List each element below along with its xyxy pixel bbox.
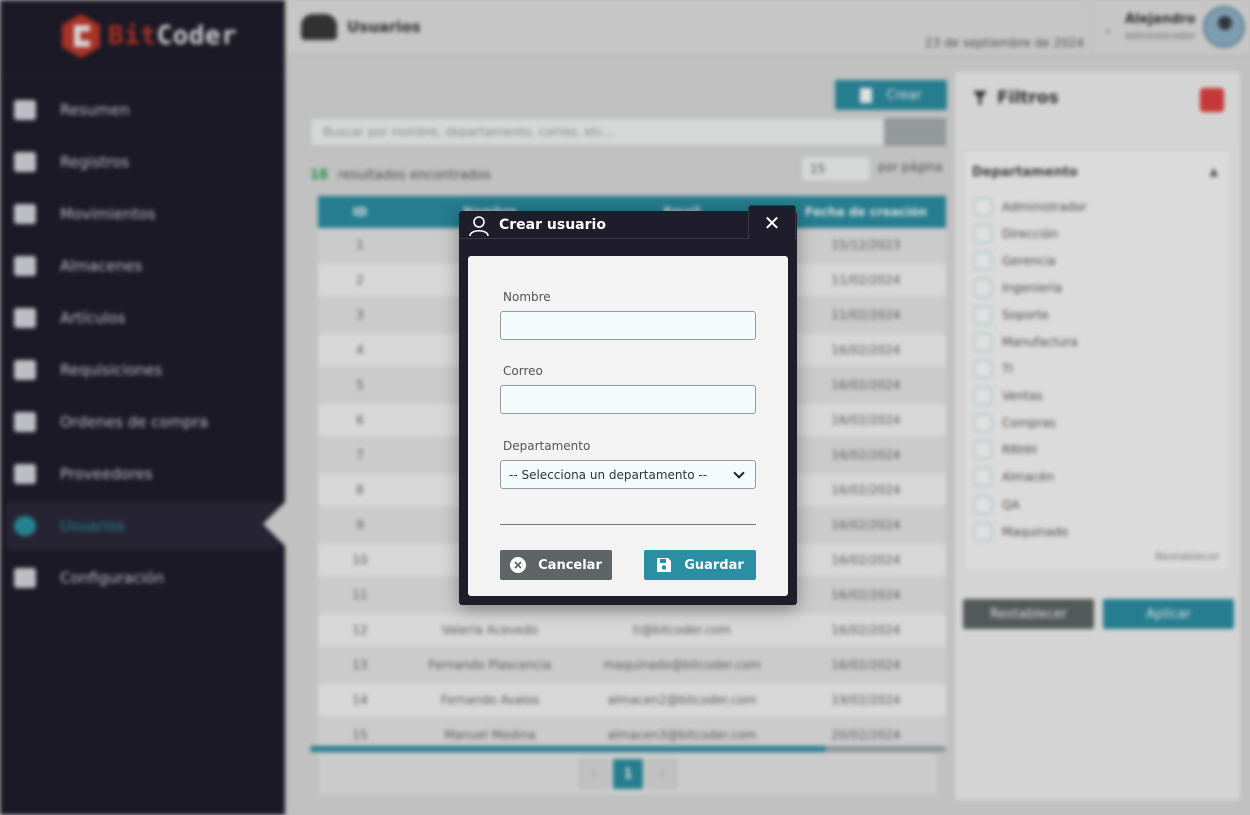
name-label: Nombre	[503, 290, 551, 304]
chevron-down-icon	[733, 466, 745, 479]
department-label: Departamento	[503, 439, 591, 453]
department-select-value: -- Selecciona un departamento --	[509, 467, 708, 482]
save-button-label: Guardar	[684, 557, 744, 573]
save-button[interactable]: Guardar	[644, 550, 756, 580]
user-icon	[469, 216, 489, 237]
modal-body: Nombre Correo Departamento -- Selecciona…	[468, 256, 788, 596]
cancel-button[interactable]: Cancelar	[500, 550, 612, 580]
email-input[interactable]	[500, 385, 756, 414]
save-icon	[657, 558, 672, 572]
modal-divider	[500, 524, 756, 525]
name-input[interactable]	[500, 311, 756, 340]
modal-header: Crear usuario	[459, 211, 797, 239]
close-button[interactable]: ✕	[748, 205, 796, 239]
create-user-modal: Crear usuario ✕ Nombre Correo Departamen…	[459, 205, 797, 605]
close-circle-icon	[510, 557, 527, 573]
modal-title: Crear usuario	[499, 217, 606, 233]
email-label: Correo	[503, 364, 543, 378]
department-select[interactable]: -- Selecciona un departamento --	[500, 460, 756, 489]
cancel-button-label: Cancelar	[538, 557, 602, 573]
